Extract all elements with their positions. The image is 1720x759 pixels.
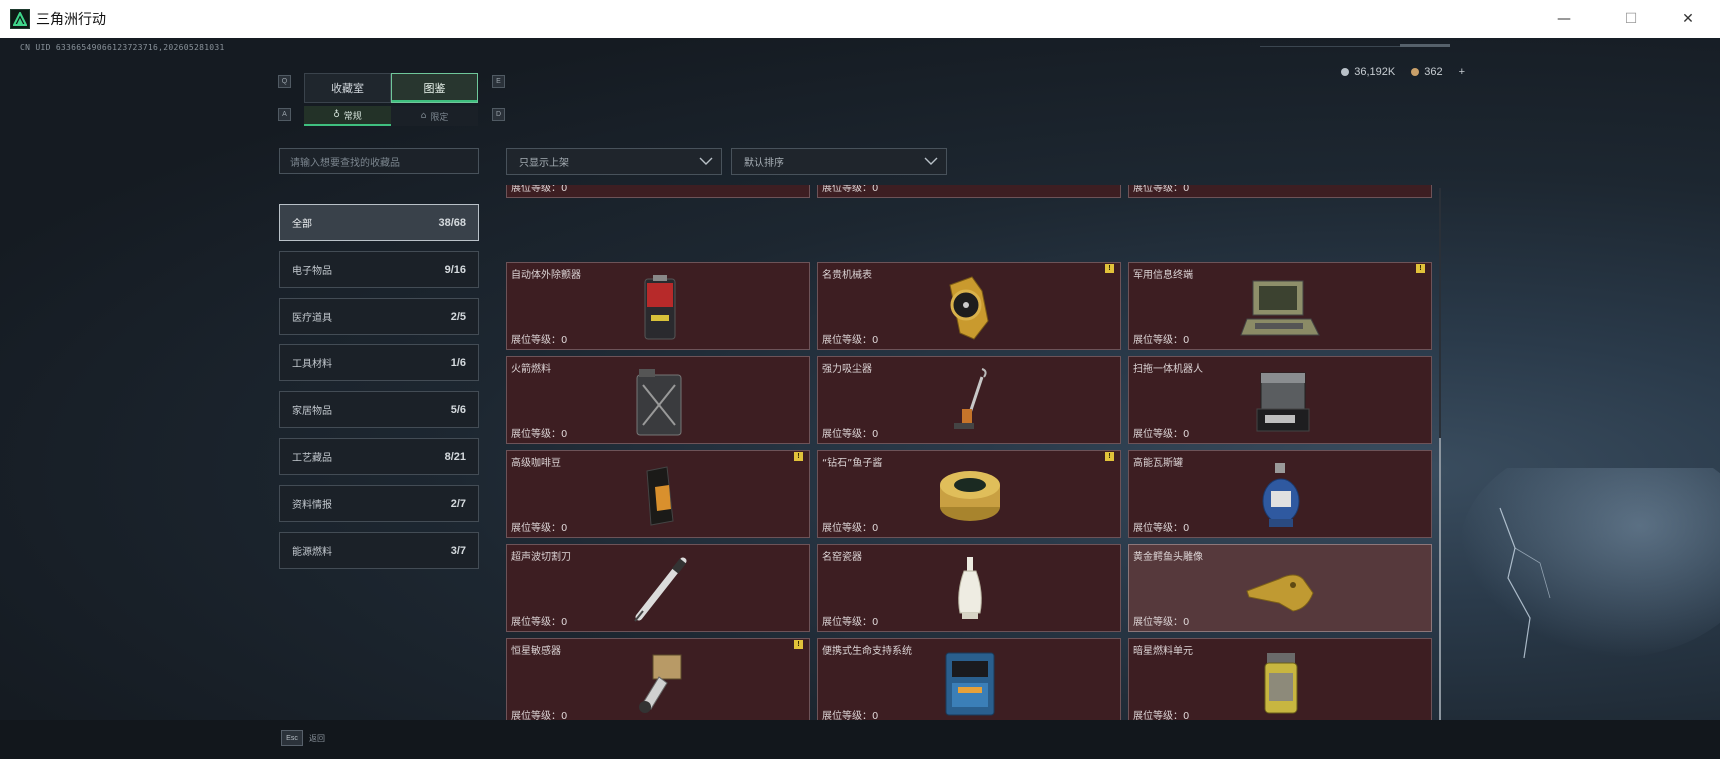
item-card-coffee-beans[interactable]: 高级咖啡豆 ! 展位等级：0 bbox=[506, 450, 810, 538]
watch-icon bbox=[949, 276, 989, 340]
star-sensor-icon bbox=[639, 654, 682, 713]
esc-key-hint[interactable]: Esc bbox=[281, 730, 303, 746]
lightning-decor bbox=[1460, 468, 1720, 659]
warning-badge-icon: ! bbox=[1105, 264, 1114, 273]
gold-coin-icon bbox=[1411, 68, 1420, 77]
item-card-partial[interactable]: 展位等级：0 bbox=[506, 185, 810, 198]
caviar-tin-icon bbox=[940, 471, 1000, 521]
window-title: 三角洲行动 bbox=[36, 12, 106, 28]
app-logo-icon bbox=[10, 9, 30, 29]
currency-bar: 36,192K 362 + bbox=[1341, 66, 1465, 78]
window-titlebar: 三角洲行动 — ☐ ✕ bbox=[0, 0, 1720, 38]
fuel-can-icon bbox=[636, 369, 682, 436]
item-card-ultrasonic-cutter[interactable]: 超声波切割刀 展位等级：0 bbox=[506, 544, 810, 632]
subtab-limited[interactable]: ⌂ 限定 bbox=[391, 106, 478, 126]
flame-icon: ♁ bbox=[333, 110, 340, 120]
close-button[interactable]: ✕ bbox=[1660, 0, 1716, 38]
category-electronics[interactable]: 电子物品 9/16 bbox=[279, 251, 479, 288]
item-card-star-sensor[interactable]: 恒星敏感器 ! 展位等级：0 bbox=[506, 638, 810, 726]
item-card-life-support[interactable]: 便携式生命支持系统 展位等级：0 bbox=[817, 638, 1121, 726]
life-support-icon bbox=[945, 652, 995, 716]
chevron-down-icon bbox=[924, 157, 938, 165]
game-viewport: CN UID 63366549066123723716,202605281031… bbox=[0, 38, 1720, 759]
gold-croc-icon bbox=[1246, 574, 1314, 612]
collection-grid: 展位等级：0 展位等级：0 展位等级：0 自动体外除颤器 展位等级：0 名贵机械… bbox=[506, 185, 1436, 728]
sort-dropdown[interactable]: 默认排序 bbox=[731, 148, 947, 175]
limited-icon: ⌂ bbox=[420, 111, 427, 121]
subtab-regular[interactable]: ♁ 常规 bbox=[304, 106, 391, 126]
filter-dropdown-shelved[interactable]: 只显示上架 bbox=[506, 148, 722, 175]
uid-text: CN UID 63366549066123723716,202605281031 bbox=[20, 43, 225, 52]
maximize-button[interactable]: ☐ bbox=[1603, 0, 1659, 38]
minimize-button[interactable]: — bbox=[1536, 0, 1592, 38]
item-card-caviar[interactable]: “钻石”鱼子酱 ! 展位等级：0 bbox=[817, 450, 1121, 538]
category-energy[interactable]: 能源燃料 3/7 bbox=[279, 532, 479, 569]
top-divider-accent bbox=[1400, 44, 1450, 47]
item-card-gold-croc-head[interactable]: 黄金鳄鱼头雕像 展位等级：0 bbox=[1128, 544, 1432, 632]
sub-tabs: ♁ 常规 ⌂ 限定 bbox=[304, 106, 478, 126]
item-card-defibrillator[interactable]: 自动体外除颤器 展位等级：0 bbox=[506, 262, 810, 350]
chevron-down-icon bbox=[699, 157, 713, 165]
item-card-gas-canister[interactable]: 高能瓦斯罐 展位等级：0 bbox=[1128, 450, 1432, 538]
item-card-robot-vacuum[interactable]: 扫拖一体机器人 展位等级：0 bbox=[1128, 356, 1432, 444]
key-hint-q: Q bbox=[278, 75, 291, 88]
category-intel[interactable]: 资料情报 2/7 bbox=[279, 485, 479, 522]
warning-badge-icon: ! bbox=[1416, 264, 1425, 273]
warning-badge-icon: ! bbox=[794, 452, 803, 461]
category-medical[interactable]: 医疗道具 2/5 bbox=[279, 298, 479, 335]
warning-badge-icon: ! bbox=[794, 640, 803, 649]
bottom-bar bbox=[0, 720, 1720, 759]
warning-badge-icon: ! bbox=[1105, 452, 1114, 461]
porcelain-icon bbox=[958, 557, 982, 619]
search-input[interactable]: 请输入想要查找的收藏品 bbox=[279, 148, 479, 174]
add-currency-button[interactable]: + bbox=[1459, 66, 1465, 78]
key-hint-d: D bbox=[492, 108, 505, 121]
category-crafts[interactable]: 工艺藏品 8/21 bbox=[279, 438, 479, 475]
main-tabs: 收藏室 图鉴 bbox=[304, 73, 478, 103]
back-label[interactable]: 返回 bbox=[309, 733, 325, 744]
fuel-cell-icon bbox=[1264, 653, 1298, 714]
robot-icon bbox=[1256, 372, 1310, 432]
terminal-icon bbox=[1240, 280, 1320, 336]
item-card-rocket-fuel[interactable]: 火箭燃料 展位等级：0 bbox=[506, 356, 810, 444]
item-card-porcelain[interactable]: 名窑瓷器 展位等级：0 bbox=[817, 544, 1121, 632]
coffee-bag-icon bbox=[646, 466, 674, 526]
item-card-luxury-watch[interactable]: 名贵机械表 ! 展位等级：0 bbox=[817, 262, 1121, 350]
gas-canister-icon bbox=[1262, 463, 1300, 527]
item-card-partial[interactable]: 展位等级：0 bbox=[1128, 185, 1432, 198]
grid-scrollbar-thumb[interactable] bbox=[1439, 438, 1441, 728]
item-card-military-terminal[interactable]: 军用信息终端 ! 展位等级：0 bbox=[1128, 262, 1432, 350]
tab-collection-room[interactable]: 收藏室 bbox=[304, 73, 391, 103]
category-tools[interactable]: 工具材料 1/6 bbox=[279, 344, 479, 381]
tab-catalog[interactable]: 图鉴 bbox=[391, 73, 478, 103]
item-card-vacuum[interactable]: 强力吸尘器 展位等级：0 bbox=[817, 356, 1121, 444]
key-hint-a: A bbox=[278, 108, 291, 121]
cutter-icon bbox=[634, 557, 687, 622]
category-all[interactable]: 全部 38/68 bbox=[279, 204, 479, 241]
vacuum-icon bbox=[954, 368, 987, 429]
item-card-dark-star-fuel[interactable]: 暗星燃料单元 展位等级：0 bbox=[1128, 638, 1432, 726]
silver-coin-icon bbox=[1341, 68, 1350, 77]
key-hint-e: E bbox=[492, 75, 505, 88]
defibrillator-icon bbox=[644, 275, 676, 340]
currency-gold: 362 bbox=[1411, 66, 1443, 78]
currency-silver: 36,192K bbox=[1341, 66, 1395, 78]
item-card-partial[interactable]: 展位等级：0 bbox=[817, 185, 1121, 198]
category-household[interactable]: 家居物品 5/6 bbox=[279, 391, 479, 428]
